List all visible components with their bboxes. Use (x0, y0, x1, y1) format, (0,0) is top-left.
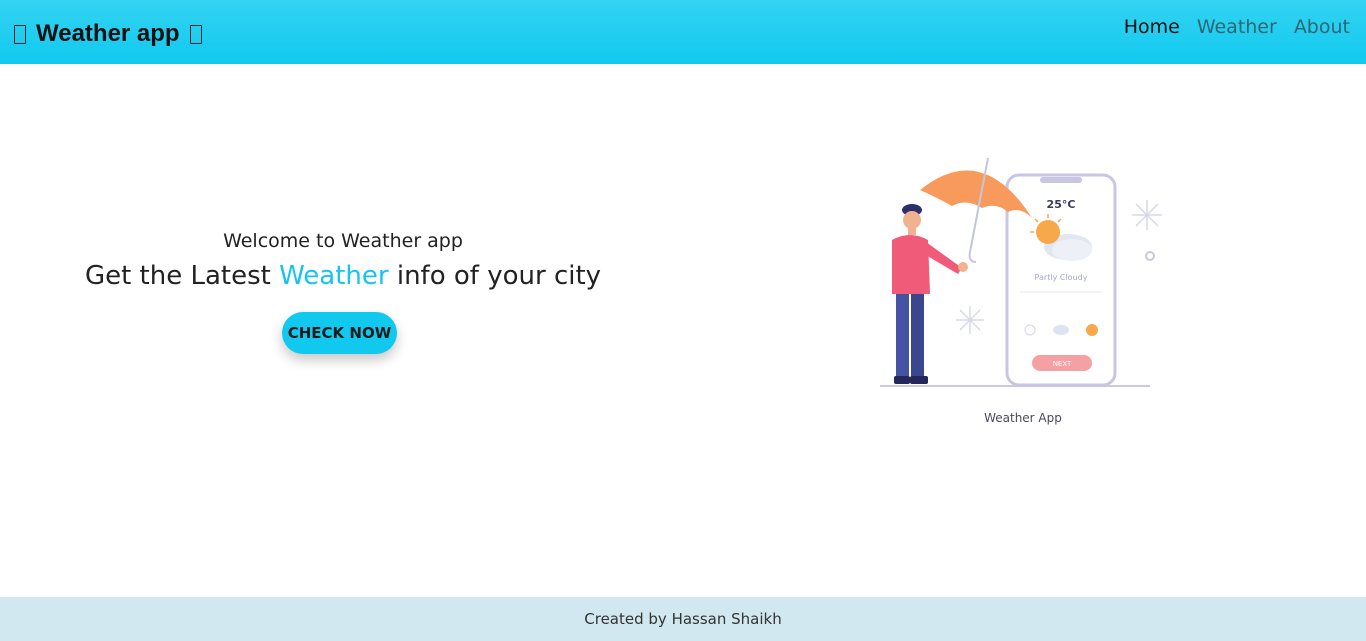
phone-condition: Partly Cloudy (1035, 273, 1088, 282)
hero-headline: Get the Latest Weather info of your city (0, 261, 686, 291)
headline-before: Get the Latest (84, 261, 271, 291)
nav-link-weather[interactable]: Weather (1197, 16, 1277, 38)
nav-link-home[interactable]: Home (1124, 16, 1180, 38)
snowflake-small-icon (956, 306, 984, 334)
headline-highlight: Weather (279, 261, 389, 291)
headline-after: info of your city (396, 261, 602, 291)
welcome-text: Welcome to Weather app (223, 230, 463, 252)
footer: Created by Hassan Shaikh (0, 597, 1366, 641)
weather-app-illustration: 25°C Partly Cloudy NEXT (880, 157, 1162, 387)
footer-credit: Created by Hassan Shaikh (584, 610, 782, 628)
phone-next-label: NEXT (1053, 360, 1072, 368)
nav-links: Home Weather About (1124, 16, 1350, 38)
hero-section: Welcome to Weather app Get the Latest We… (0, 64, 1366, 597)
illustration-caption: Weather App (984, 411, 1062, 425)
phone-temp: 25°C (1047, 198, 1076, 211)
brand[interactable]: Weather app (14, 19, 202, 49)
navbar: Weather app Home Weather About (0, 0, 1366, 64)
check-now-button[interactable]: CHECK NOW (282, 312, 397, 354)
snowflake-icon (1132, 200, 1162, 230)
person-graphic (892, 204, 968, 384)
brand-right-glyph-icon (189, 24, 202, 44)
brand-title: Weather app (36, 20, 180, 47)
ring-icon (1145, 251, 1155, 261)
nav-link-about[interactable]: About (1294, 16, 1350, 38)
brand-left-glyph-icon (14, 24, 26, 44)
